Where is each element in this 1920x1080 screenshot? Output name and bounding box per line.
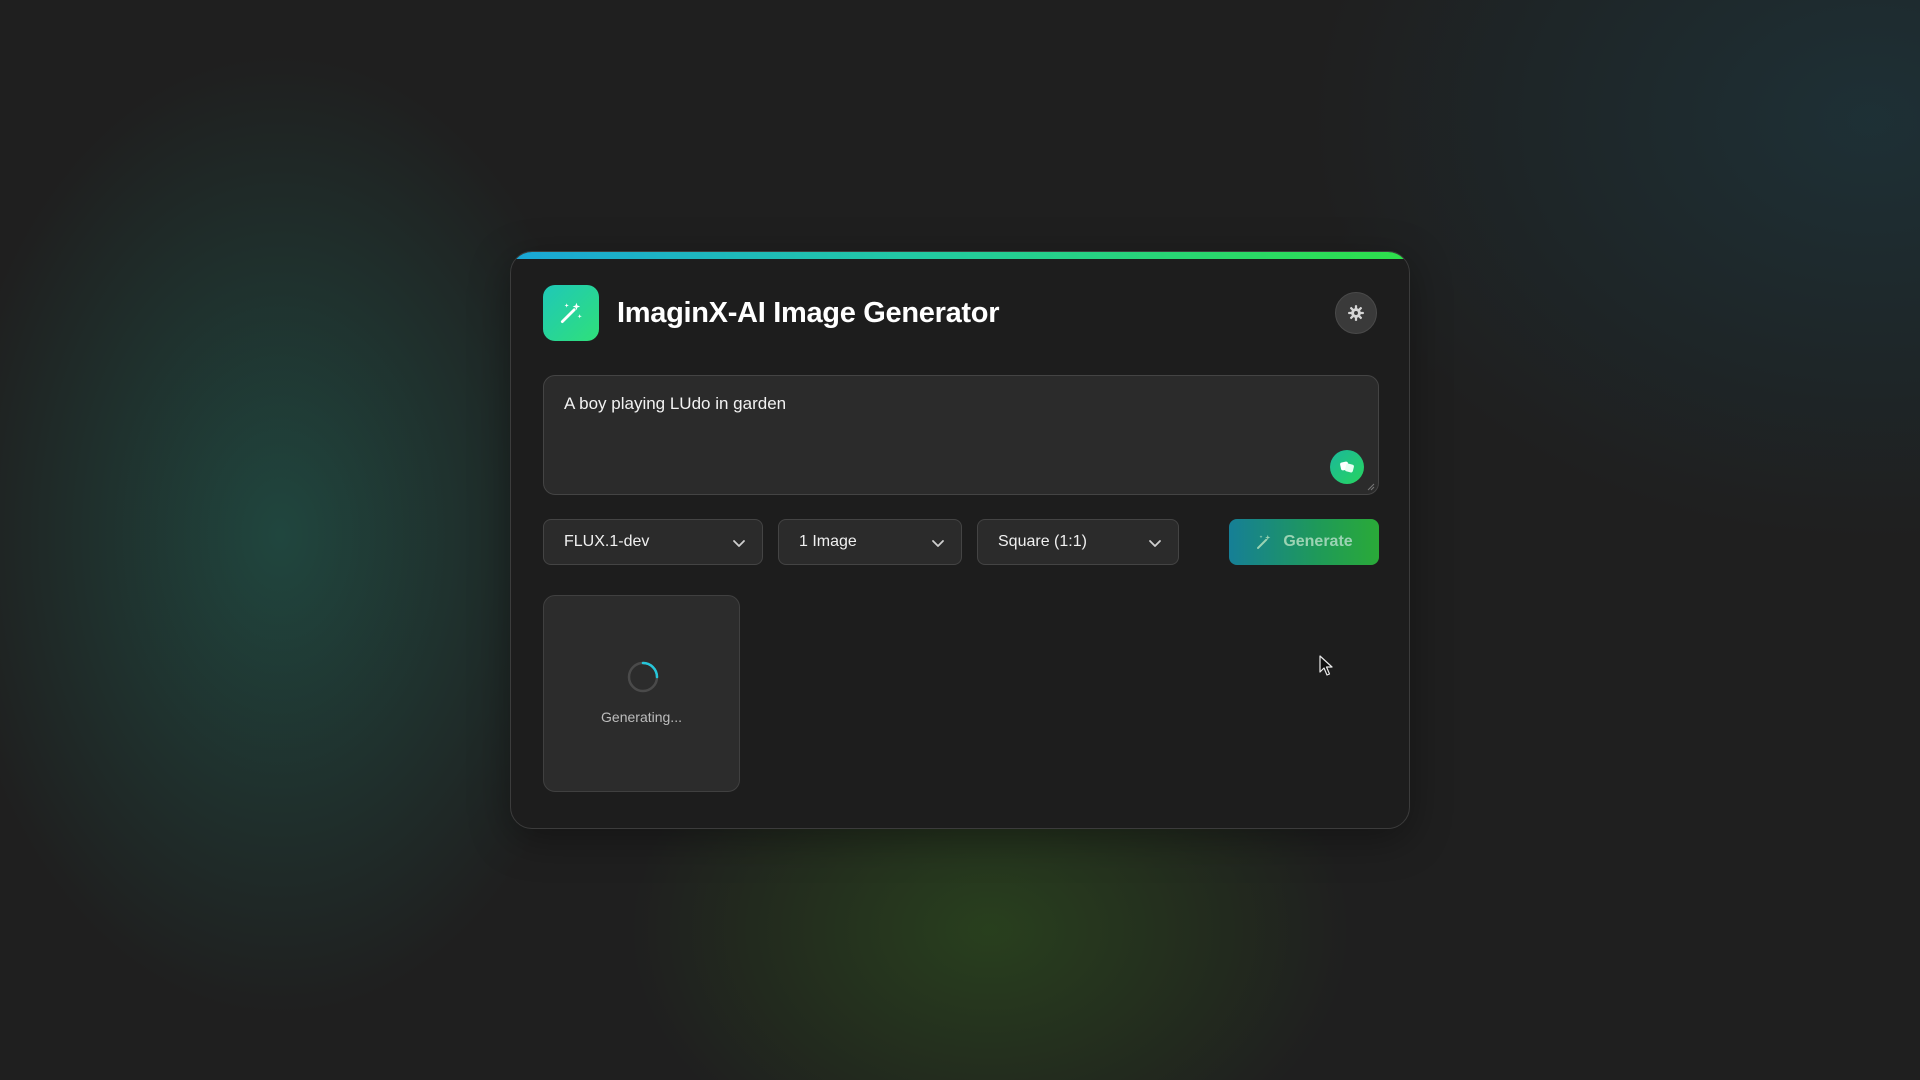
model-select-value: FLUX.1-dev — [564, 533, 650, 550]
chevron-down-icon — [1149, 540, 1161, 547]
resize-handle[interactable] — [1367, 483, 1375, 491]
theme-toggle-button[interactable] — [1335, 292, 1377, 334]
app-title: ImaginX-AI Image Generator — [617, 296, 1000, 329]
prompt-box: A boy playing LUdo in garden — [543, 375, 1379, 495]
image-count-select[interactable]: 1 Image — [778, 519, 962, 565]
image-card: Generating... — [543, 595, 740, 792]
aspect-ratio-select[interactable]: Square (1:1) — [977, 519, 1179, 565]
chevron-down-icon — [932, 540, 944, 547]
image-count-value: 1 Image — [799, 533, 857, 550]
magic-wand-icon — [560, 302, 582, 324]
magic-wand-icon — [1257, 534, 1271, 549]
mouse-cursor-icon — [1319, 655, 1333, 676]
controls-row: FLUX.1-dev 1 Image Square (1:1) Generate — [543, 519, 1379, 565]
prompt-input[interactable]: A boy playing LUdo in garden — [544, 376, 1378, 494]
gear-icon — [1348, 305, 1364, 321]
model-select[interactable]: FLUX.1-dev — [543, 519, 763, 565]
header: ImaginX-AI Image Generator — [543, 285, 1377, 341]
aspect-ratio-value: Square (1:1) — [998, 533, 1087, 550]
spinner-icon — [627, 661, 659, 693]
random-prompt-button[interactable] — [1330, 450, 1364, 484]
generate-button[interactable]: Generate — [1229, 519, 1379, 565]
accent-bar — [511, 252, 1409, 259]
generating-status: Generating... — [601, 709, 682, 725]
generator-card: ImaginX-AI Image Generator A boy playing… — [510, 251, 1410, 829]
chevron-down-icon — [733, 540, 745, 547]
app-logo — [543, 285, 599, 341]
dice-icon — [1340, 461, 1354, 473]
generate-button-label: Generate — [1283, 533, 1353, 550]
